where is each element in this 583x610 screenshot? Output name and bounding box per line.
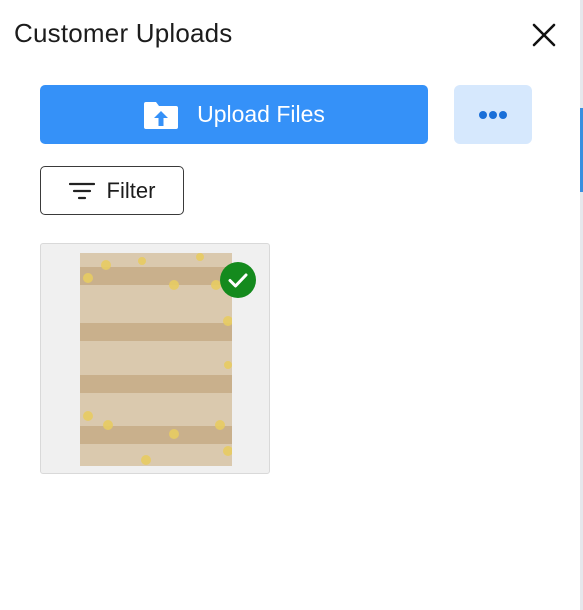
customer-uploads-panel: Customer Uploads Upload Files Filter — [0, 0, 583, 610]
more-horizontal-icon — [479, 110, 507, 119]
selected-check-badge — [220, 262, 256, 298]
panel-title: Customer Uploads — [14, 18, 233, 48]
check-circle-icon — [228, 273, 248, 288]
upload-files-label: Upload Files — [197, 101, 325, 127]
file-thumbnail — [80, 253, 232, 466]
folder-upload-icon — [143, 100, 179, 130]
close-icon — [532, 23, 556, 47]
upload-files-button[interactable]: Upload Files — [40, 85, 428, 144]
close-button[interactable] — [528, 19, 560, 51]
filter-label: Filter — [106, 177, 156, 203]
filter-lines-icon — [68, 181, 95, 201]
file-card[interactable] — [40, 243, 270, 474]
more-options-button[interactable] — [454, 85, 532, 144]
filter-button[interactable]: Filter — [40, 166, 184, 215]
